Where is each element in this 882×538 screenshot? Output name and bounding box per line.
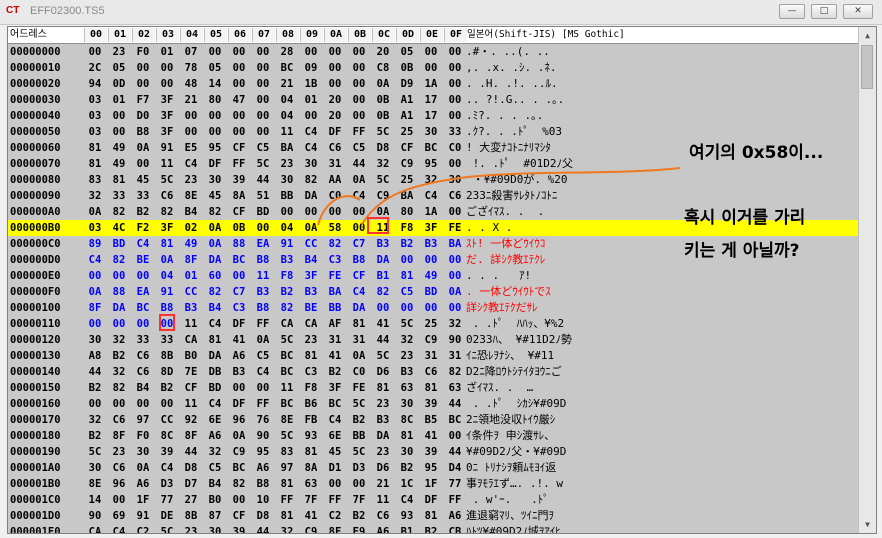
annotation-line-1: 여기의 0x58이... (689, 143, 824, 163)
annotation-line-3: 키는 게 아닐까? (684, 241, 800, 261)
byte-0x58-marker (367, 217, 389, 234)
offset-0x113-marker (159, 314, 175, 331)
annotation-overlay (317, 167, 681, 226)
orange-curve-mark (317, 195, 361, 226)
orange-arrow-line (361, 167, 681, 225)
annotation-line-2: 혹시 이거를 가리 (684, 208, 806, 228)
